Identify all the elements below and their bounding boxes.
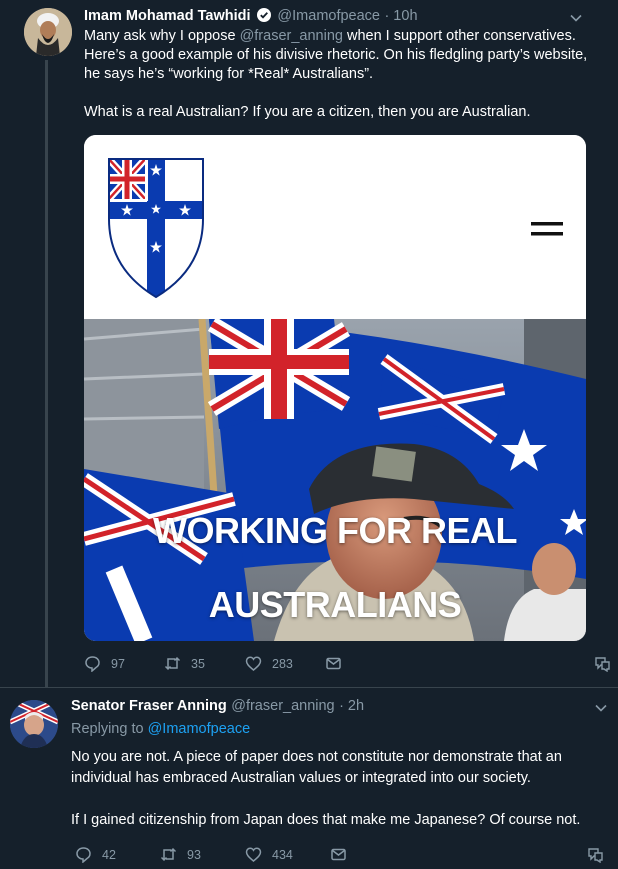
avatar-portrait-icon (10, 700, 58, 748)
tweet-header: Senator Fraser Anning @fraser_anning · 2… (71, 697, 364, 715)
reply-count: 97 (111, 656, 125, 671)
retweet-count: 35 (191, 656, 205, 671)
reply-icon (85, 656, 100, 672)
divider (0, 687, 618, 688)
timestamp[interactable]: · 2h (339, 698, 364, 714)
reply-count: 42 (102, 847, 116, 862)
text-line: Here’s a good example of his divisive rh… (84, 47, 588, 63)
tweet-header: Imam Mohamad Tawhidi @Imamofpeace · 10h (84, 7, 418, 25)
like-button[interactable]: 434 (245, 846, 293, 863)
avatar-portrait-icon (24, 8, 72, 56)
media-card[interactable]: WORKING FOR REAL AUSTRALIANS (84, 135, 586, 641)
banner-headline-line2: AUSTRALIANS (208, 584, 462, 625)
party-shield-logo (108, 158, 204, 299)
tweet-text: Many ask why I oppose @fraser_anning whe… (84, 27, 594, 122)
verified-badge-icon (256, 8, 271, 22)
chevron-down-icon[interactable] (569, 11, 583, 25)
banner-headline-line1: WORKING FOR REAL (153, 510, 517, 551)
tweet-actions: 42 93 434 (75, 846, 615, 866)
text-line: What is a real Australian? If you are a … (84, 104, 531, 120)
replying-prefix: Replying to (71, 721, 148, 737)
replying-to: Replying to @Imamofpeace (71, 721, 250, 737)
like-button[interactable]: 283 (245, 655, 293, 672)
envelope-icon (331, 848, 346, 861)
translate-icon (588, 848, 603, 863)
text-segment: when I support other conservatives. (342, 28, 576, 44)
avatar[interactable] (10, 700, 58, 748)
direct-message-button[interactable] (325, 655, 342, 672)
thread-connector-line (45, 60, 48, 687)
text-segment: Many ask why I oppose (84, 28, 240, 44)
direct-message-button[interactable] (330, 846, 347, 863)
chevron-down-icon[interactable] (594, 701, 608, 715)
retweet-icon (164, 656, 181, 671)
timestamp[interactable]: · 10h (384, 8, 417, 24)
text-line: individual has embraced Australian value… (71, 770, 531, 786)
hamburger-menu-icon[interactable] (531, 220, 563, 238)
text-line: he says he’s “working for *Real* Austral… (84, 66, 374, 82)
text-line: If I gained citizenship from Japan does … (71, 812, 581, 828)
reply-button[interactable]: 42 (75, 846, 116, 863)
reply-button[interactable]: 97 (84, 655, 125, 672)
retweet-button[interactable]: 35 (164, 655, 205, 672)
avatar[interactable] (24, 8, 72, 56)
reply-icon (76, 847, 91, 863)
website-header (84, 135, 586, 319)
like-count: 434 (272, 847, 293, 862)
mention-link[interactable]: @fraser_anning (240, 28, 343, 44)
user-handle[interactable]: @fraser_anning (231, 698, 334, 714)
analytics-button[interactable] (594, 655, 611, 672)
retweet-count: 93 (187, 847, 201, 862)
heart-icon (245, 656, 262, 671)
heart-icon (245, 847, 262, 862)
text-line: No you are not. A piece of paper does no… (71, 749, 562, 765)
retweet-button[interactable]: 93 (160, 846, 201, 863)
like-count: 283 (272, 656, 293, 671)
retweet-icon (160, 847, 177, 862)
envelope-icon (326, 657, 341, 670)
replying-to-link[interactable]: @Imamofpeace (148, 721, 251, 737)
tweet-actions: 97 35 283 (84, 655, 614, 675)
tweet-text: No you are not. A piece of paper does no… (71, 747, 611, 831)
user-handle[interactable]: @Imamofpeace (277, 8, 380, 24)
translate-icon (595, 657, 610, 672)
display-name[interactable]: Senator Fraser Anning (71, 698, 227, 714)
display-name[interactable]: Imam Mohamad Tawhidi (84, 8, 251, 24)
analytics-button[interactable] (587, 846, 604, 863)
banner-photo: WORKING FOR REAL AUSTRALIANS (84, 317, 586, 641)
